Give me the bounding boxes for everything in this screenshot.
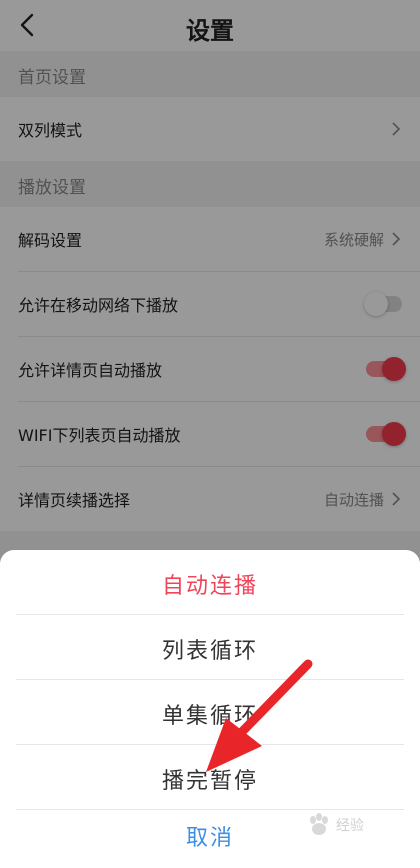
divider bbox=[16, 614, 404, 615]
sheet-option-pause-after[interactable]: 播完暂停 bbox=[0, 747, 420, 811]
divider bbox=[16, 744, 404, 745]
sheet-option-list-loop[interactable]: 列表循环 bbox=[0, 617, 420, 681]
divider bbox=[16, 679, 404, 680]
watermark-text: 经验 bbox=[336, 818, 364, 834]
sheet-option-single-loop[interactable]: 单集循环 bbox=[0, 682, 420, 746]
watermark: 经验 bbox=[306, 810, 414, 840]
baidu-paw-icon bbox=[310, 813, 328, 835]
sheet-option-auto-continuous[interactable]: 自动连播 bbox=[0, 552, 420, 616]
